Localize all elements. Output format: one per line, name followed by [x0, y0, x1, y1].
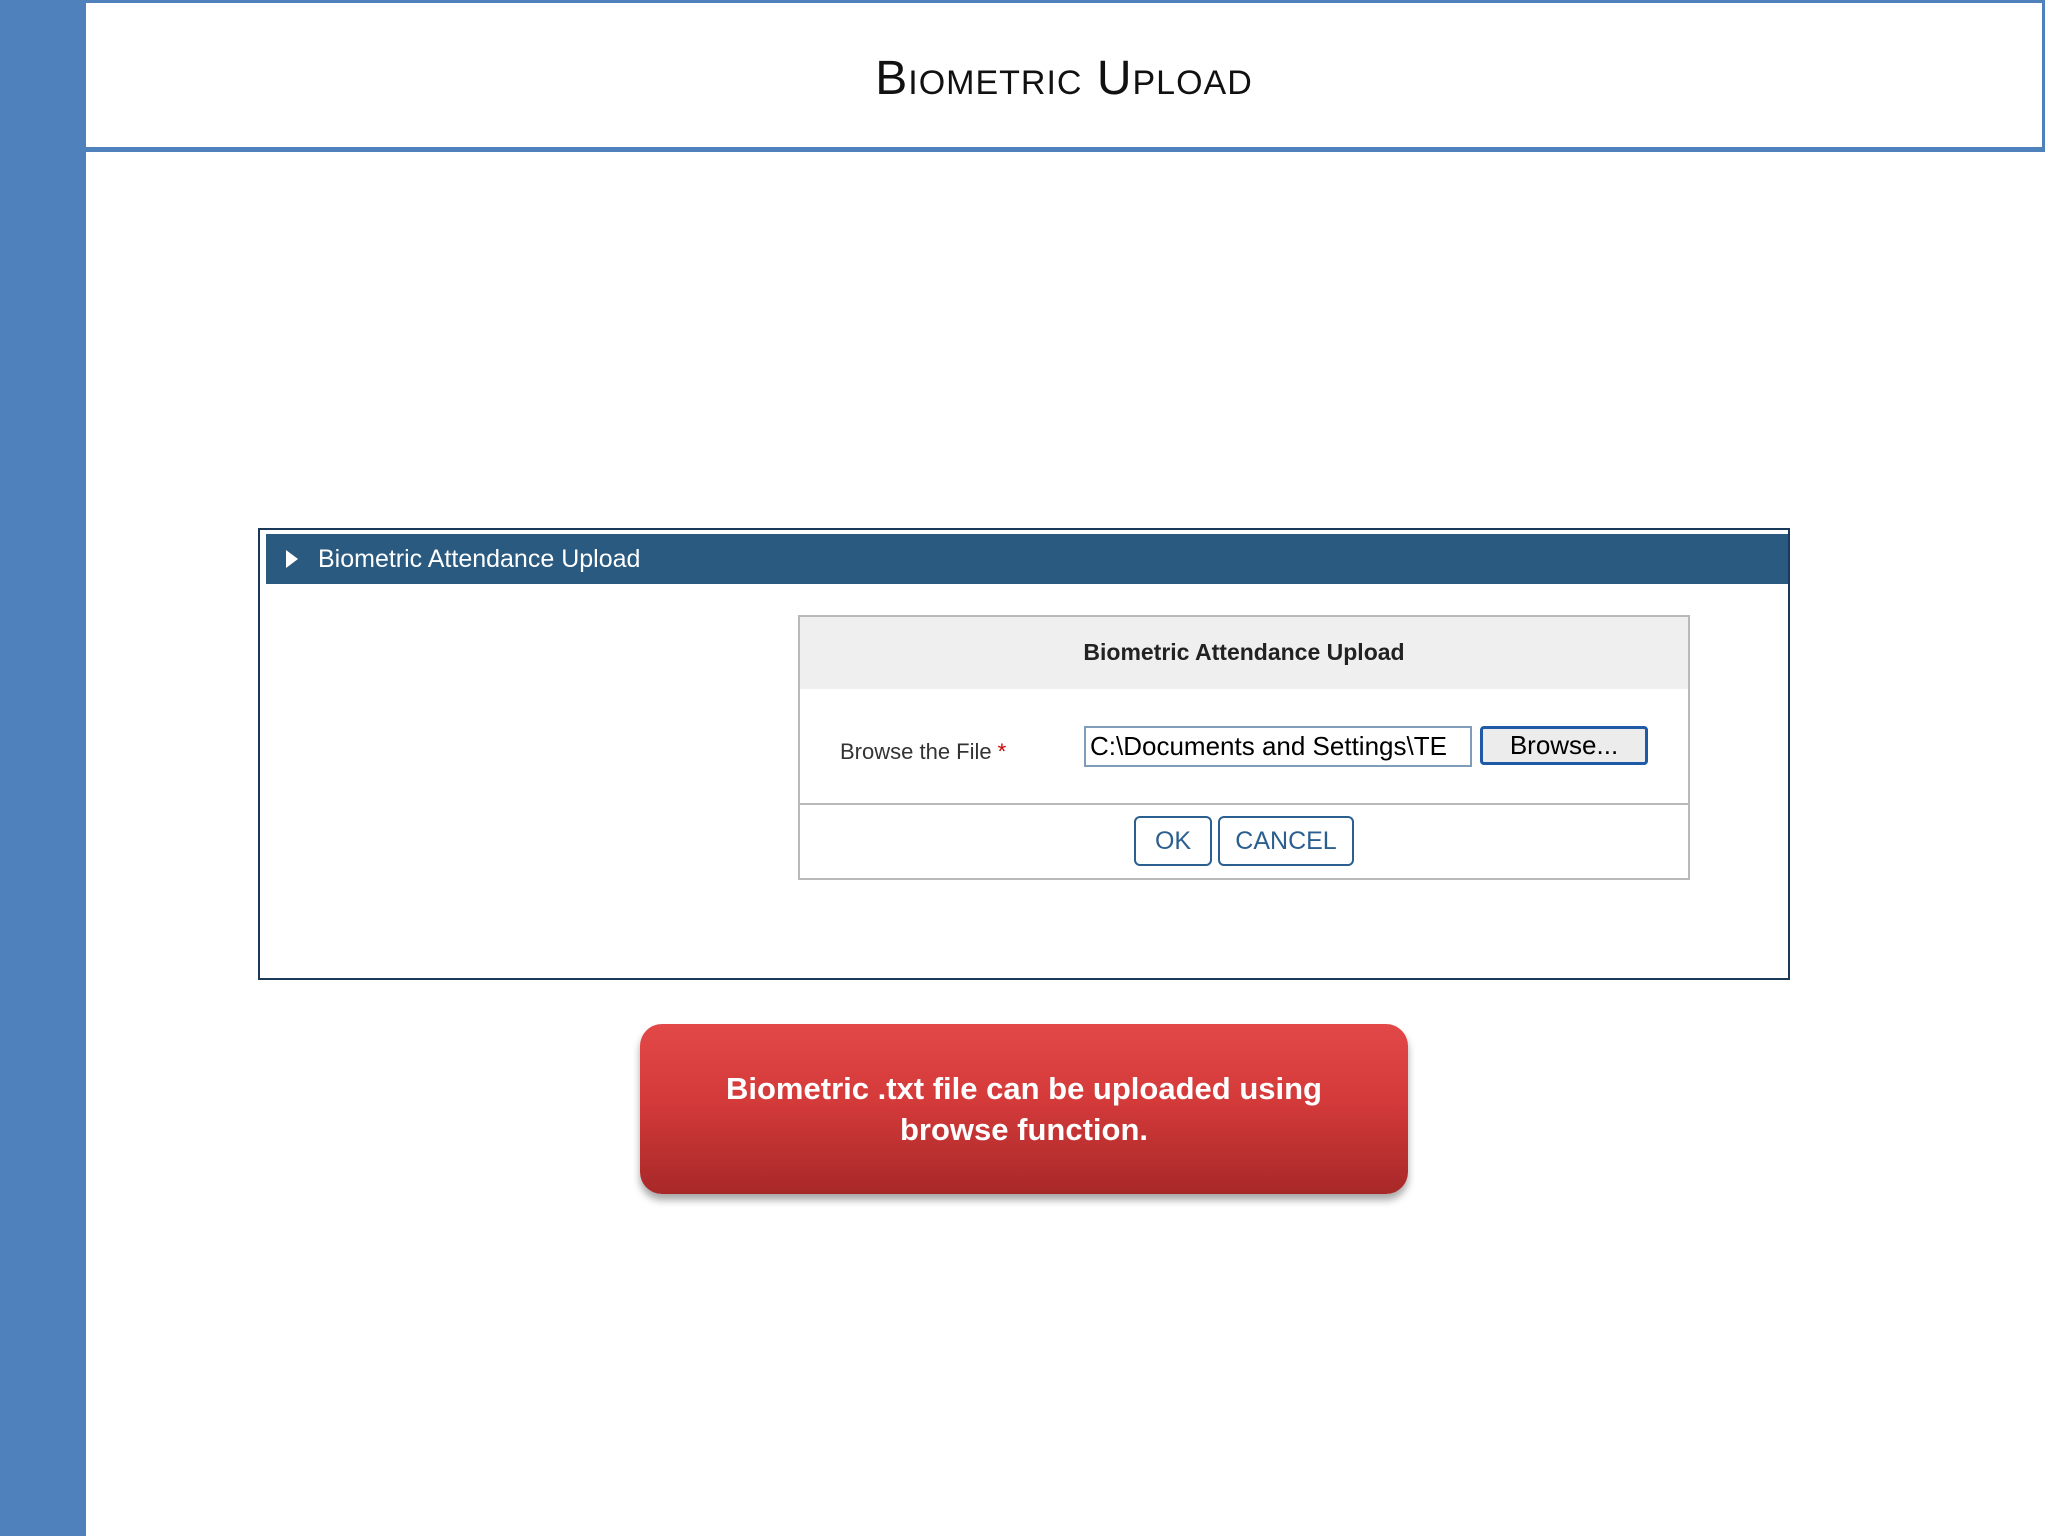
file-path-input[interactable]: C:\Documents and Settings\TE [1084, 726, 1472, 767]
upload-form: Biometric Attendance Upload Browse the F… [798, 615, 1690, 880]
panel-header-title: Biometric Attendance Upload [318, 545, 641, 573]
file-label: Browse the File * [840, 739, 1006, 765]
slide-title: Biometric Upload [875, 52, 1253, 105]
side-accent-bar [0, 0, 86, 1536]
upload-panel: Biometric Attendance Upload Biometric At… [258, 528, 1790, 980]
cancel-button[interactable]: CANCEL [1218, 816, 1354, 866]
panel-header[interactable]: Biometric Attendance Upload [266, 534, 1788, 584]
browse-button[interactable]: Browse... [1480, 726, 1648, 765]
form-divider [800, 803, 1688, 805]
file-label-text: Browse the File [840, 739, 992, 764]
triangle-right-icon[interactable] [286, 550, 298, 568]
required-marker: * [997, 739, 1007, 764]
form-header: Biometric Attendance Upload [800, 617, 1688, 689]
form-heading: Biometric Attendance Upload [1083, 639, 1405, 665]
callout-note: Biometric .txt file can be uploaded usin… [640, 1024, 1408, 1194]
ok-button[interactable]: OK [1134, 816, 1212, 866]
callout-text: Biometric .txt file can be uploaded usin… [726, 1071, 1322, 1147]
title-box: Biometric Upload [86, 0, 2045, 152]
